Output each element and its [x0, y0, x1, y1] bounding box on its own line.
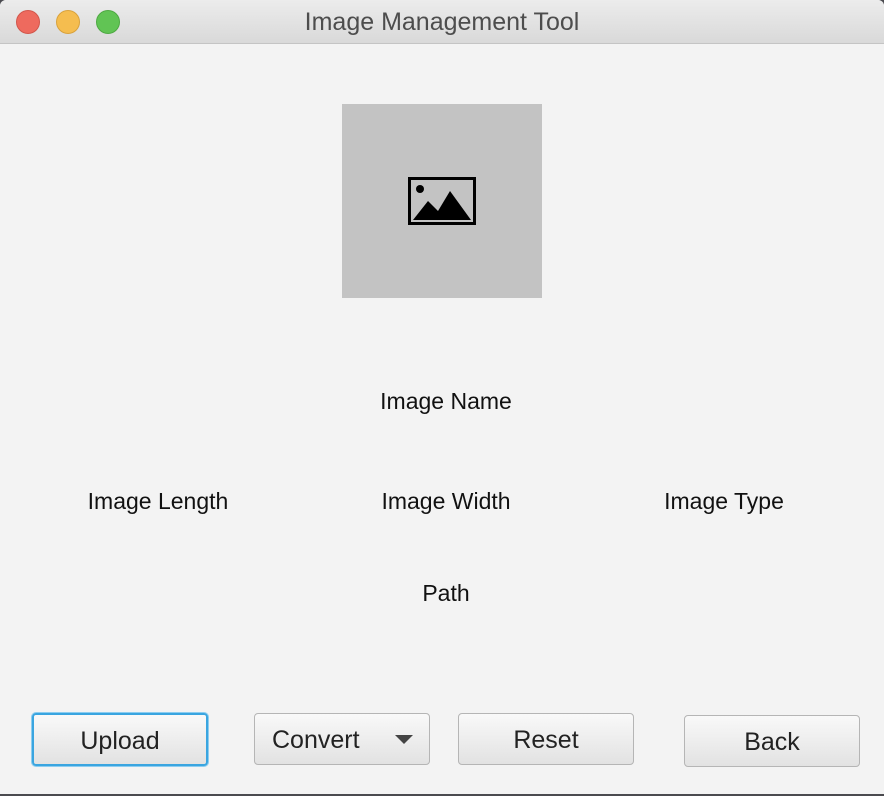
- title-bar[interactable]: Image Management Tool: [0, 0, 884, 44]
- upload-button-label: Upload: [80, 727, 160, 755]
- image-name-label: Image Name: [380, 388, 512, 414]
- reset-button-label: Reset: [513, 726, 579, 754]
- upload-button[interactable]: Upload: [32, 713, 208, 766]
- convert-dropdown-button[interactable]: Convert: [254, 713, 430, 765]
- reset-button[interactable]: Reset: [458, 713, 634, 765]
- app-window: Image Management Tool Image Name Image L…: [0, 0, 884, 794]
- window-title: Image Management Tool: [304, 8, 580, 36]
- back-button-label: Back: [744, 728, 800, 756]
- chevron-down-icon: [395, 735, 413, 744]
- path-label: Path: [422, 580, 470, 606]
- image-placeholder-icon: [408, 177, 476, 225]
- image-length-label: Image Length: [87, 488, 229, 514]
- convert-button-label: Convert: [272, 726, 360, 754]
- back-button[interactable]: Back: [684, 715, 860, 767]
- image-type-label: Image Type: [664, 488, 784, 514]
- image-width-label: Image Width: [381, 488, 511, 514]
- image-preview: [342, 104, 542, 298]
